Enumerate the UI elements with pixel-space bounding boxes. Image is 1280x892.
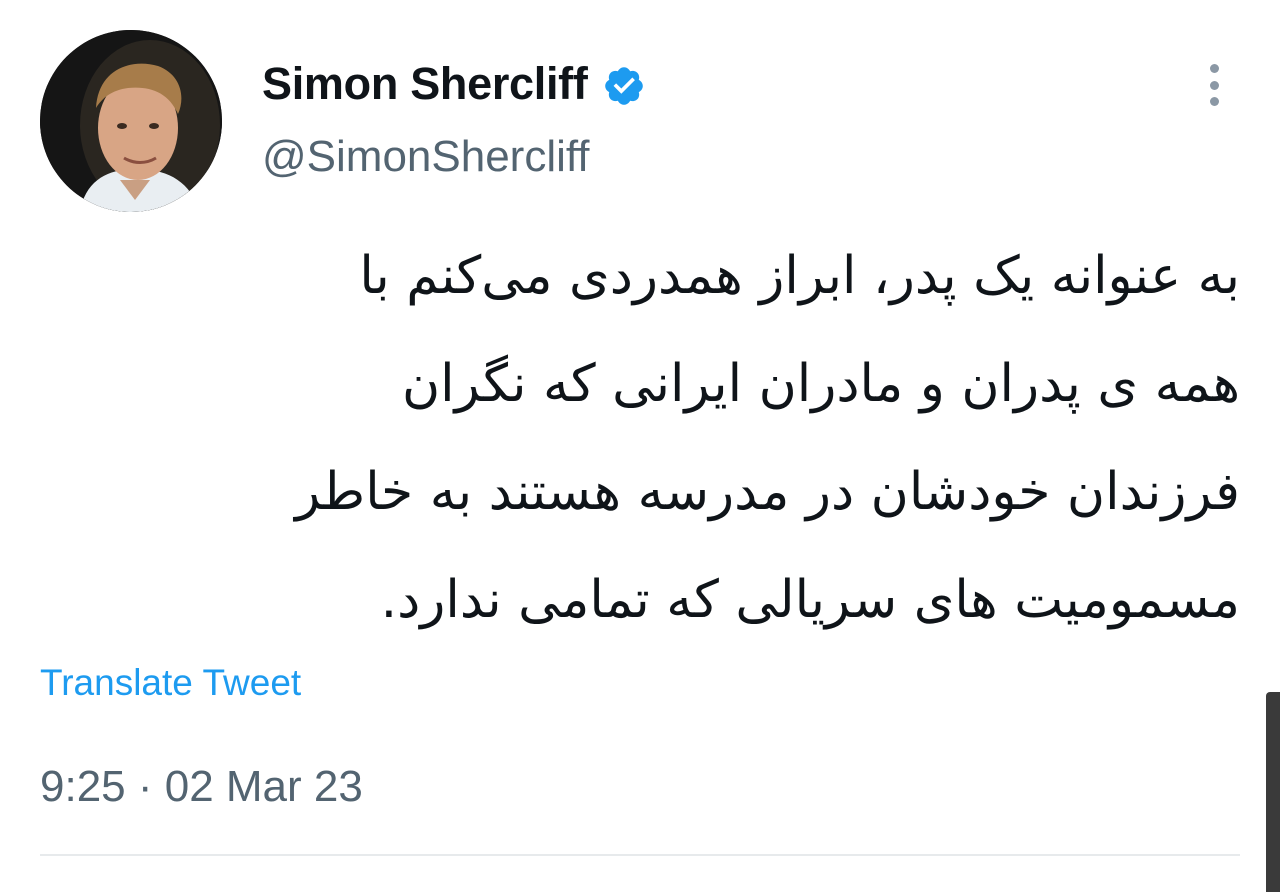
avatar[interactable]	[40, 30, 222, 212]
more-dot	[1209, 64, 1219, 73]
translate-tweet-link[interactable]: Translate Tweet	[40, 662, 301, 704]
profile-photo-icon	[40, 30, 222, 212]
tweet-timestamp[interactable]: 9:25 · 02 Mar 23	[40, 762, 363, 812]
author-handle[interactable]: @SimonShercliff	[262, 132, 590, 182]
more-dot	[1209, 80, 1219, 90]
tweet-view: Simon Shercliff @SimonShercliff به عنوان…	[0, 0, 1280, 892]
divider	[40, 854, 1240, 856]
more-dot	[1209, 97, 1219, 106]
author-display-name[interactable]: Simon Shercliff	[262, 58, 588, 110]
verified-badge-icon	[602, 64, 646, 108]
tweet-text-line: فرزندان خودشان در مدرسه هستند به خاطر	[295, 462, 1240, 522]
tweet-text-line: به عنوانه یک پدر، ابراز همدردی می‌کنم با	[359, 246, 1240, 306]
tweet-text-line: مسمومیت های سریالی که تمامی ندارد.	[380, 570, 1240, 630]
author-name-row: Simon Shercliff	[262, 58, 646, 110]
tweet-text-line: همه ی پدران و مادران ایرانی که نگران	[401, 354, 1240, 414]
scrollbar[interactable]	[1266, 692, 1280, 892]
tweet-text: به عنوانه یک پدر، ابراز همدردی می‌کنم با…	[60, 222, 1240, 654]
more-vertical-icon[interactable]	[1196, 60, 1232, 110]
